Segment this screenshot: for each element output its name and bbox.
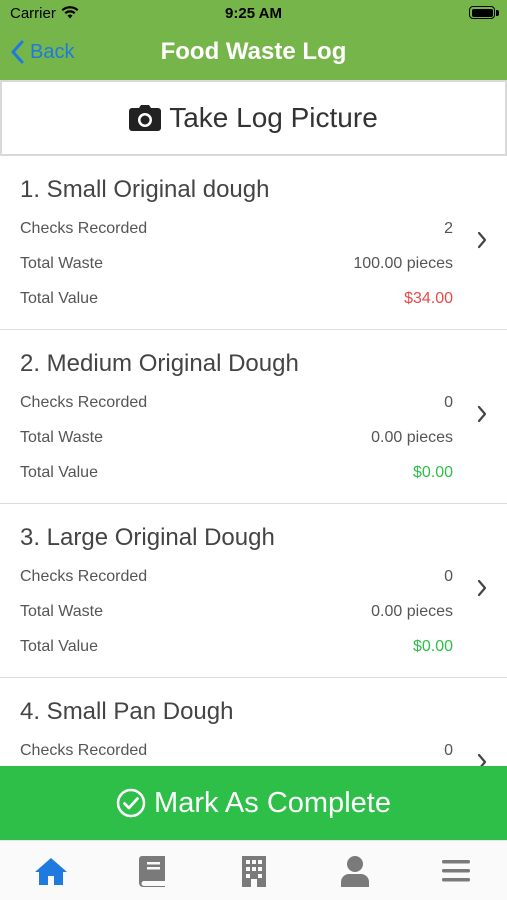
row-label: Checks Recorded [20,568,148,585]
row-value: $0.00 [412,464,453,481]
status-time: 9:25 AM [225,5,282,22]
total-waste-row: Total Waste 100.00 pieces [20,255,453,277]
app-header: Carrier 9:25 AM Back Food Waste Log [0,0,507,80]
camera-icon [129,105,162,131]
list-item[interactable]: 4. Small Pan Dough Checks Recorded 0 [0,678,507,766]
chevron-right-icon [477,231,487,249]
take-log-picture-button[interactable]: Take Log Picture [0,80,507,156]
checks-recorded-row: Checks Recorded 0 [20,742,453,764]
tab-building[interactable] [203,841,304,900]
row-label: Total Value [20,638,98,655]
row-value: 0 [444,568,453,585]
checks-recorded-row: Checks Recorded 2 [20,220,453,242]
mark-as-complete-label: Mark As Complete [154,786,391,819]
back-label: Back [30,40,75,63]
check-circle-icon [116,788,146,818]
tab-home[interactable] [0,841,101,900]
take-log-picture-label: Take Log Picture [169,102,378,133]
item-title: 2. Medium Original Dough [20,350,299,377]
row-value: 2 [444,220,453,237]
total-waste-row: Total Waste 0.00 pieces [20,603,453,625]
total-value-row: Total Value $0.00 [20,464,453,486]
page-title: Food Waste Log [160,38,347,65]
item-title: 4. Small Pan Dough [20,698,234,725]
tab-book[interactable] [101,841,202,900]
status-bar: Carrier 9:25 AM [0,0,507,28]
row-label: Checks Recorded [20,394,148,411]
home-icon [34,857,67,885]
waste-item-list: 1. Small Original dough Checks Recorded … [0,156,507,766]
mark-as-complete-button[interactable]: Mark As Complete [0,766,507,840]
row-label: Total Waste [20,603,103,620]
row-label: Checks Recorded [20,742,148,759]
list-item[interactable]: 2. Medium Original Dough Checks Recorded… [0,330,507,504]
item-title: 1. Small Original dough [20,176,270,203]
battery-icon [469,6,495,19]
row-label: Total Waste [20,429,103,446]
chevron-right-icon [477,753,487,766]
chevron-left-icon [11,40,24,64]
chevron-right-icon [477,405,487,423]
row-label: Checks Recorded [20,220,148,237]
item-title: 3. Large Original Dough [20,524,275,551]
battery-cap [496,10,499,16]
row-label: Total Value [20,290,98,307]
row-value: $0.00 [412,638,453,655]
row-value: $34.00 [404,290,453,307]
tab-menu[interactable] [406,841,507,900]
person-icon [340,855,369,887]
row-value: 0.00 pieces [371,429,453,446]
checks-recorded-row: Checks Recorded 0 [20,394,453,416]
building-icon [241,855,266,887]
row-label: Total Waste [20,255,103,272]
row-value: 0 [444,394,453,411]
row-value: 0 [444,742,453,759]
back-button[interactable]: Back [10,40,74,64]
row-value: 0.00 pieces [371,603,453,620]
list-item[interactable]: 3. Large Original Dough Checks Recorded … [0,504,507,678]
tab-bar [0,840,507,900]
list-item[interactable]: 1. Small Original dough Checks Recorded … [0,156,507,330]
navigation-bar: Back Food Waste Log [0,28,507,80]
row-label: Total Value [20,464,98,481]
total-waste-row: Total Waste 0.00 pieces [20,429,453,451]
total-value-row: Total Value $0.00 [20,638,453,660]
tab-profile[interactable] [304,841,405,900]
row-value: 100.00 pieces [353,255,453,272]
book-icon [139,855,166,887]
chevron-right-icon [477,579,487,597]
menu-icon [442,859,471,881]
total-value-row: Total Value $34.00 [20,290,453,312]
checks-recorded-row: Checks Recorded 0 [20,568,453,590]
